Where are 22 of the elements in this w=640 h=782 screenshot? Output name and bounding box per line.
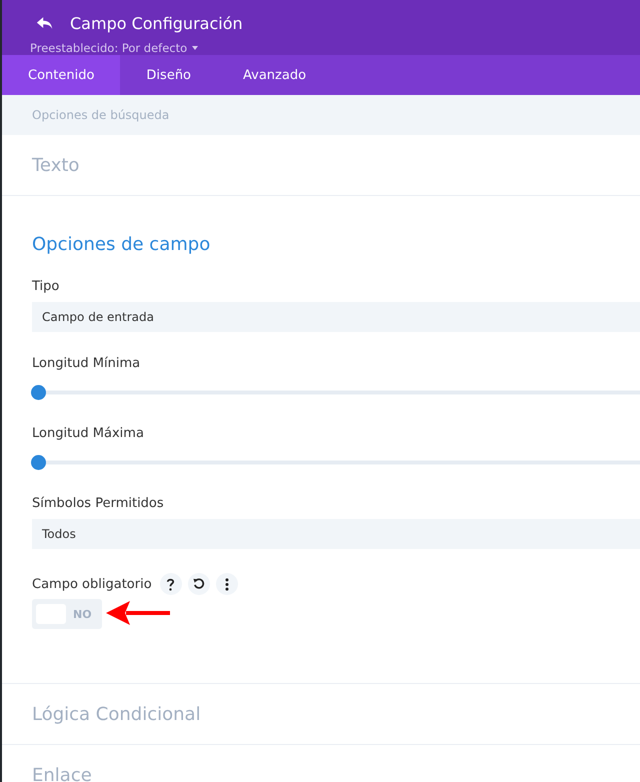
arrow-icon xyxy=(106,601,172,625)
field-label: Campo obligatorio xyxy=(32,576,152,592)
field-label: Símbolos Permitidos xyxy=(32,496,164,511)
field-label: Tipo xyxy=(32,279,60,294)
breadcrumb-text: Opciones de búsqueda xyxy=(32,108,170,122)
caret-icon xyxy=(192,46,198,50)
tab[interactable]: Diseño xyxy=(120,55,218,95)
preset-dropdown[interactable]: Preestablecido: Por defecto xyxy=(30,41,198,55)
reset-icon[interactable] xyxy=(188,573,210,595)
tab[interactable]: Avanzado xyxy=(217,55,332,95)
section-title[interactable]: Opciones de campo xyxy=(32,234,210,255)
slider-thumb[interactable] xyxy=(31,455,46,470)
slider-thumb[interactable] xyxy=(31,385,46,400)
panel-title: Campo Configuración xyxy=(70,14,243,33)
tab[interactable]: Contenido xyxy=(2,55,120,95)
select-field[interactable]: Campo de entrada xyxy=(32,302,640,332)
select-field[interactable]: Todos xyxy=(32,519,640,549)
field-label: Longitud Mínima xyxy=(32,356,140,371)
back-arrow-icon[interactable] xyxy=(36,16,54,31)
more-icon[interactable] xyxy=(216,573,238,595)
field-label: Longitud Máxima xyxy=(32,426,144,441)
help-icon[interactable] xyxy=(160,573,182,595)
